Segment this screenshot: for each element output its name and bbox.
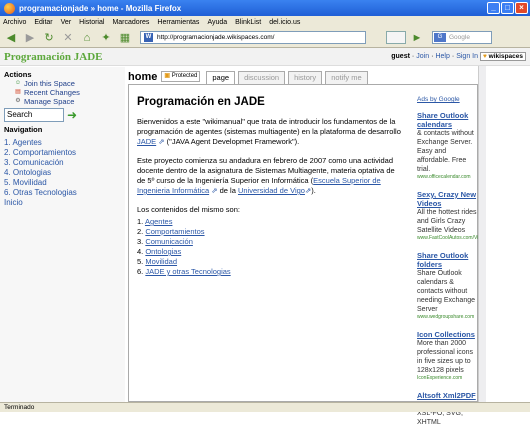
contents-intro: Los contenidos del mismo son:	[137, 205, 240, 214]
home-button[interactable]: ⌂	[79, 31, 95, 45]
minimize-button[interactable]: _	[487, 2, 500, 14]
nav-ontologias[interactable]: 4. Ontologias	[4, 168, 125, 178]
main-content: home ▣ Protected page discussion history…	[128, 66, 489, 426]
status-bar: Terminado	[0, 402, 530, 412]
menu-blinklist[interactable]: BlinkList	[235, 19, 261, 26]
feed-button[interactable]	[386, 30, 406, 44]
protected-badge: ▣ Protected	[161, 71, 201, 82]
tab-page[interactable]: page	[206, 71, 236, 84]
search-bar[interactable]: G Google	[432, 31, 492, 44]
sidebar-search: Search ➜	[4, 108, 125, 122]
ad-item[interactable]: Share Outlook calendars & contacts witho…	[417, 111, 477, 181]
nav-comportamientos[interactable]: 2. Comportamientos	[4, 148, 125, 158]
page-name: home	[128, 71, 158, 83]
menu-bar: Archivo Editar Ver Historial Marcadores …	[0, 16, 530, 28]
menu-ver[interactable]: Ver	[61, 19, 72, 26]
project-paragraph: Este proyecto comienza su andadura en fe…	[137, 156, 395, 195]
ad-item[interactable]: Share Outlook folders Share Outlook cale…	[417, 251, 477, 321]
external-link-icon: ⇗	[211, 186, 218, 195]
join-link[interactable]: Join	[416, 53, 429, 60]
close-button[interactable]: ×	[515, 2, 528, 14]
go-button[interactable]: ►	[409, 31, 425, 45]
navigation-toolbar: ◀ ▶ ↻ ✕ ⌂ ✦ ▦ W http://programacionjade.…	[0, 28, 530, 48]
tab-notify-me[interactable]: notify me	[325, 71, 368, 84]
back-button[interactable]: ◀	[3, 31, 19, 45]
menu-herramientas[interactable]: Herramientas	[157, 19, 199, 26]
intro-paragraph: Bienvenidos a este "wikimanual" que trat…	[137, 117, 401, 146]
vertical-scrollbar[interactable]	[478, 66, 486, 402]
help-link[interactable]: Help	[435, 53, 449, 60]
user-bar: guest · Join · Help · Sign In ♥ wikispac…	[391, 52, 526, 61]
menu-archivo[interactable]: Archivo	[3, 19, 26, 26]
site-logo[interactable]: Programación JADE	[4, 51, 102, 63]
nav-movilidad[interactable]: 5. Movilidad	[4, 178, 125, 188]
tab-history[interactable]: history	[288, 71, 323, 84]
navigation-list: 1. Agentes 2. Comportamientos 3. Comunic…	[4, 138, 125, 208]
bookmark-button[interactable]: ✦	[98, 31, 114, 45]
title-bar: programacionjade » home - Mozilla Firefo…	[0, 0, 530, 16]
menu-marcadores[interactable]: Marcadores	[112, 19, 149, 26]
maximize-button[interactable]: □	[501, 2, 514, 14]
page-body: Programación en JADE Bienvenidos a este …	[128, 84, 489, 426]
ads-column: Ads by Google Share Outlook calendars & …	[417, 96, 489, 436]
site-header: Programación JADE guest · Join · Help · …	[0, 48, 530, 66]
ad-item[interactable]: Sexy, Crazy New Videos All the hottest r…	[417, 190, 489, 242]
url-text: http://programacionjade.wikispaces.com/	[157, 34, 275, 41]
actions-heading: Actions	[4, 70, 32, 79]
menu-historial[interactable]: Historial	[79, 19, 104, 26]
uvigo-link[interactable]: Universidad de Vigo	[238, 186, 305, 195]
changes-icon: ▤	[15, 89, 21, 95]
recent-changes-link[interactable]: ▤ Recent Changes	[14, 88, 125, 97]
wikispaces-badge[interactable]: ♥ wikispaces	[480, 52, 526, 61]
url-actions: ►	[386, 30, 428, 45]
menu-editar[interactable]: Editar	[34, 19, 52, 26]
manage-icon: ⚙	[15, 98, 21, 104]
google-icon: G	[434, 33, 446, 42]
sidebar-search-input[interactable]: Search	[4, 108, 64, 122]
url-bar[interactable]: W http://programacionjade.wikispaces.com…	[140, 31, 366, 44]
nav-otras-tecnologias[interactable]: 6. Otras Tecnologias	[4, 188, 125, 198]
search-placeholder: Google	[449, 34, 470, 41]
sign-in-link[interactable]: Sign In	[456, 53, 478, 60]
navigation-heading: Navigation	[4, 125, 43, 134]
nav-agentes[interactable]: 1. Agentes	[4, 138, 125, 148]
tab-discussion[interactable]: discussion	[238, 71, 286, 84]
reload-button[interactable]: ↻	[41, 31, 57, 45]
page-tabs: home ▣ Protected page discussion history…	[128, 68, 478, 84]
nav-comunicacion[interactable]: 3. Comunicación	[4, 158, 125, 168]
menu-ayuda[interactable]: Ayuda	[207, 19, 227, 26]
ads-title[interactable]: Ads by Google	[417, 96, 477, 103]
window-title: programacionjade » home - Mozilla Firefo…	[19, 3, 182, 13]
ad-item[interactable]: Icon Collections More than 2000 professi…	[417, 330, 477, 382]
join-icon: ☺	[14, 80, 22, 86]
lock-icon: ▣	[164, 73, 171, 79]
site-favicon-icon: W	[144, 33, 153, 42]
stop-button[interactable]: ✕	[60, 31, 76, 45]
search-go-icon[interactable]: ➜	[67, 109, 79, 121]
manage-space-link[interactable]: ⚙ Manage Space	[14, 97, 125, 106]
sidebar: Actions ☺ Join this Space ▤ Recent Chang…	[0, 67, 125, 402]
external-link-icon: ⇗	[158, 137, 165, 146]
firefox-icon	[4, 2, 15, 14]
nav-inicio[interactable]: Inicio	[4, 198, 125, 208]
calendar-button[interactable]: ▦	[117, 31, 133, 45]
wikispaces-icon: ♥	[483, 53, 487, 60]
menu-delicious[interactable]: del.icio.us	[269, 19, 300, 26]
user-name: guest	[391, 53, 410, 60]
join-space-link[interactable]: ☺ Join this Space	[14, 79, 125, 88]
forward-button[interactable]: ▶	[22, 31, 38, 45]
window-controls: _ □ ×	[487, 2, 528, 14]
jade-link[interactable]: JADE	[137, 137, 156, 146]
